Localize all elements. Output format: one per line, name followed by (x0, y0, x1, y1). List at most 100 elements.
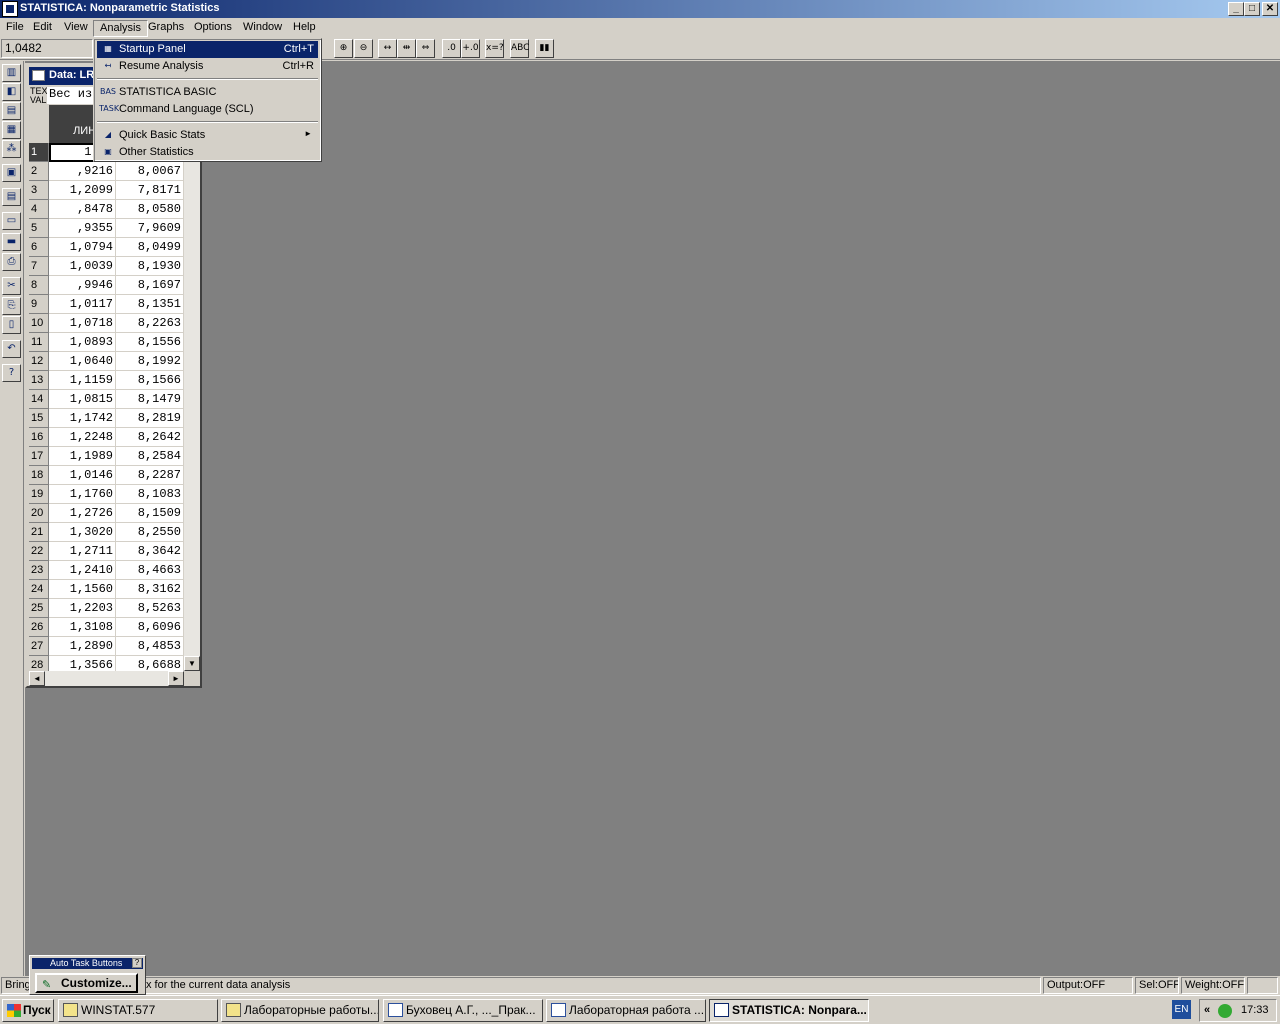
table-cell[interactable]: 8,0067 (116, 162, 184, 181)
increase-decimals-button[interactable]: +.0 (461, 39, 480, 58)
task-word-lab-work[interactable]: Лабораторная работа ... (546, 999, 706, 1022)
table-cell[interactable]: 8,1697 (116, 276, 184, 295)
row-number[interactable]: 2 (29, 162, 49, 181)
table-cell[interactable]: 8,1083 (116, 485, 184, 504)
row-number[interactable]: 28 (29, 656, 49, 671)
table-cell[interactable]: 8,2584 (116, 447, 184, 466)
close-button[interactable]: ✕ (1262, 2, 1278, 16)
table-cell[interactable]: 1,3108 (49, 618, 116, 637)
horizontal-scrollbar[interactable]: ◄ ► (29, 671, 184, 686)
zoom-in-button[interactable]: ⊕ (334, 39, 353, 58)
cut-icon[interactable]: ✂ (2, 277, 21, 295)
table-cell[interactable]: 1,1159 (49, 371, 116, 390)
row-number[interactable]: 20 (29, 504, 49, 523)
scroll-right-arrow[interactable]: ► (168, 671, 184, 686)
table-cell[interactable]: 8,2550 (116, 523, 184, 542)
graph-button[interactable]: ▮▮ (535, 39, 554, 58)
table-cell[interactable]: 7,9609 (116, 219, 184, 238)
row-number[interactable]: 14 (29, 390, 49, 409)
minimize-button[interactable]: _ (1228, 2, 1244, 16)
row-number[interactable]: 7 (29, 257, 49, 276)
table-cell[interactable]: 8,1479 (116, 390, 184, 409)
table-cell[interactable]: 1,2711 (49, 542, 116, 561)
menu-file[interactable]: File (0, 20, 30, 37)
table-cell[interactable]: ,8478 (49, 200, 116, 219)
tray-expand-icon[interactable]: « (1204, 1000, 1210, 1020)
table-cell[interactable]: 1,0815 (49, 390, 116, 409)
paste-icon[interactable]: ▯ (2, 316, 21, 334)
table-cell[interactable]: 1,0893 (49, 333, 116, 352)
row-number[interactable]: 12 (29, 352, 49, 371)
menu-options[interactable]: Options (188, 20, 238, 37)
table-cell[interactable]: 8,2642 (116, 428, 184, 447)
scroll-down-arrow[interactable]: ▼ (184, 656, 200, 671)
menu-item-statistica-basic[interactable]: BAS STATISTICA BASIC (97, 84, 318, 101)
table-cell[interactable]: ,9216 (49, 162, 116, 181)
table-cell[interactable]: 8,6688 (116, 656, 184, 671)
row-number[interactable]: 1 (29, 143, 49, 162)
table-cell[interactable]: ,9946 (49, 276, 116, 295)
task-lab-works-folder[interactable]: Лабораторные работы... (221, 999, 379, 1022)
table-cell[interactable]: 1,0718 (49, 314, 116, 333)
row-number[interactable]: 5 (29, 219, 49, 238)
table-cell[interactable]: 8,1556 (116, 333, 184, 352)
row-number[interactable]: 9 (29, 295, 49, 314)
app-icon[interactable] (2, 1, 18, 17)
row-number[interactable]: 26 (29, 618, 49, 637)
row-number[interactable]: 10 (29, 314, 49, 333)
column-width-button[interactable]: ↔ (378, 39, 397, 58)
decrease-decimals-button[interactable]: .0 (442, 39, 461, 58)
table-cell[interactable]: 1,2248 (49, 428, 116, 447)
table-cell[interactable]: 1,0117 (49, 295, 116, 314)
table-cell[interactable]: 1,0640 (49, 352, 116, 371)
row-number[interactable]: 25 (29, 599, 49, 618)
auto-task-help-button[interactable]: ? (132, 958, 142, 968)
table-cell[interactable]: 1,1760 (49, 485, 116, 504)
row-number[interactable]: 18 (29, 466, 49, 485)
open-icon[interactable]: ▭ (2, 212, 21, 230)
window-tile-icon[interactable]: ▤ (2, 188, 21, 206)
row-number[interactable]: 16 (29, 428, 49, 447)
table-cell[interactable]: 8,0580 (116, 200, 184, 219)
menu-help[interactable]: Help (287, 20, 322, 37)
vertical-scrollbar[interactable]: ▼ (184, 105, 200, 671)
save-icon[interactable]: ▬ (2, 233, 21, 251)
table-cell[interactable]: 8,1566 (116, 371, 184, 390)
row-number[interactable]: 11 (29, 333, 49, 352)
column-narrow-button[interactable]: ⇹ (397, 39, 416, 58)
status-output[interactable]: Output:OFF (1043, 977, 1133, 994)
status-selection[interactable]: Sel:OFF (1135, 977, 1179, 994)
spreadsheet-icon[interactable]: ▦ (2, 121, 21, 139)
print-icon[interactable]: ⎙ (2, 253, 21, 271)
task-word-practicum[interactable]: Буховец А.Г., ..._Прак... (383, 999, 543, 1022)
table-cell[interactable]: 8,5263 (116, 599, 184, 618)
status-weight[interactable]: Weight:OFF (1181, 977, 1245, 994)
menu-item-command-language[interactable]: TASK Command Language (SCL) (97, 101, 318, 118)
menu-window[interactable]: Window (237, 20, 288, 37)
scrollsheet-icon[interactable]: ▤ (2, 102, 21, 120)
row-number[interactable]: 22 (29, 542, 49, 561)
copy-icon[interactable]: ⎘ (2, 297, 21, 315)
table-cell[interactable]: 8,4853 (116, 637, 184, 656)
grid-corner[interactable] (29, 105, 49, 143)
zoom-out-button[interactable]: ⊖ (354, 39, 373, 58)
menu-item-resume-analysis[interactable]: ↤ Resume Analysis Ctrl+R (97, 58, 318, 75)
menu-edit[interactable]: Edit (27, 20, 58, 37)
table-cell[interactable]: 7,8171 (116, 181, 184, 200)
table-cell[interactable]: 8,0499 (116, 238, 184, 257)
cell-value-field[interactable]: 1,0482 (1, 39, 93, 58)
table-cell[interactable]: 8,3162 (116, 580, 184, 599)
table-cell[interactable]: 1,2203 (49, 599, 116, 618)
data-grid[interactable]: 1 ЛИНИЯ 11,042,92168,006731,20997,81714,… (29, 105, 184, 671)
table-cell[interactable]: 8,1351 (116, 295, 184, 314)
table-cell[interactable]: 8,2263 (116, 314, 184, 333)
table-cell[interactable]: 1,2726 (49, 504, 116, 523)
column-all-button[interactable]: ⇔ (416, 39, 435, 58)
scroll-left-arrow[interactable]: ◄ (29, 671, 45, 686)
table-cell[interactable]: 1,3020 (49, 523, 116, 542)
row-number[interactable]: 23 (29, 561, 49, 580)
tray-app-icon[interactable] (1218, 1004, 1232, 1018)
table-cell[interactable]: 1,0146 (49, 466, 116, 485)
row-number[interactable]: 27 (29, 637, 49, 656)
text-values-button[interactable]: ABC (510, 39, 529, 58)
